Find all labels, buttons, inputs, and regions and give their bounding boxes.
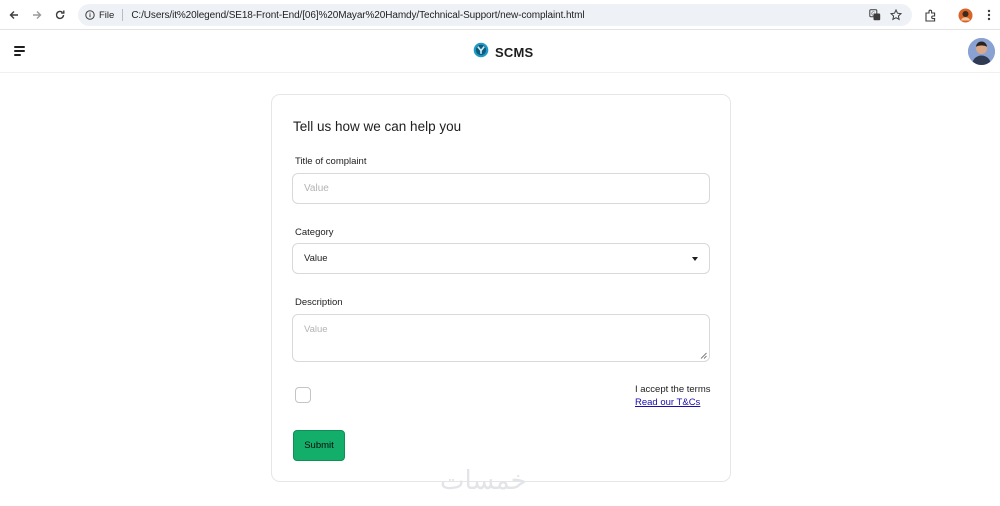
- forward-icon[interactable]: [27, 5, 47, 25]
- category-selected-value: Value: [304, 253, 328, 264]
- complaint-title-placeholder: Value: [304, 183, 329, 194]
- terms-link[interactable]: Read our T&Cs: [635, 397, 700, 408]
- complaint-title-label: Title of complaint: [295, 156, 367, 167]
- form-title: Tell us how we can help you: [293, 119, 462, 134]
- browser-toolbar: File C:/Users/it%20legend/SE18-Front-End…: [0, 0, 1000, 30]
- star-icon[interactable]: [888, 7, 904, 23]
- watermark-logo: خمسات: [440, 466, 527, 496]
- svg-text:G: G: [871, 11, 875, 17]
- menu-dots-icon[interactable]: [979, 5, 999, 25]
- scms-logo-icon: [473, 42, 489, 63]
- description-label: Description: [295, 297, 343, 308]
- accept-terms-text: I accept the terms: [635, 384, 711, 395]
- back-icon[interactable]: [4, 5, 24, 25]
- translate-icon[interactable]: G: [867, 7, 883, 23]
- complaint-title-input[interactable]: Value: [292, 173, 710, 204]
- description-textarea[interactable]: Value: [292, 314, 710, 362]
- address-bar[interactable]: File C:/Users/it%20legend/SE18-Front-End…: [78, 4, 912, 26]
- file-scheme-label: File: [99, 9, 115, 21]
- brand-name: SCMS: [495, 45, 534, 60]
- description-placeholder: Value: [304, 324, 328, 335]
- omnibox-divider: [122, 9, 124, 21]
- profile-icon[interactable]: [955, 5, 975, 25]
- info-icon[interactable]: [85, 10, 95, 20]
- url-text[interactable]: C:/Users/it%20legend/SE18-Front-End/[06]…: [131, 10, 584, 21]
- category-select[interactable]: Value: [292, 243, 710, 274]
- complaint-form-card: Tell us how we can help you Title of com…: [271, 94, 731, 482]
- resize-grip-icon[interactable]: [700, 352, 707, 359]
- avatar[interactable]: [968, 38, 995, 65]
- submit-button[interactable]: Submit: [293, 430, 345, 461]
- brand[interactable]: SCMS: [473, 42, 533, 63]
- hamburger-menu-icon[interactable]: [14, 44, 28, 58]
- extensions-icon[interactable]: [920, 5, 940, 25]
- accept-terms-checkbox[interactable]: [295, 387, 311, 403]
- reload-icon[interactable]: [50, 5, 70, 25]
- app-header: SCMS: [0, 31, 1000, 73]
- category-label: Category: [295, 227, 334, 238]
- chevron-down-icon: [692, 257, 698, 261]
